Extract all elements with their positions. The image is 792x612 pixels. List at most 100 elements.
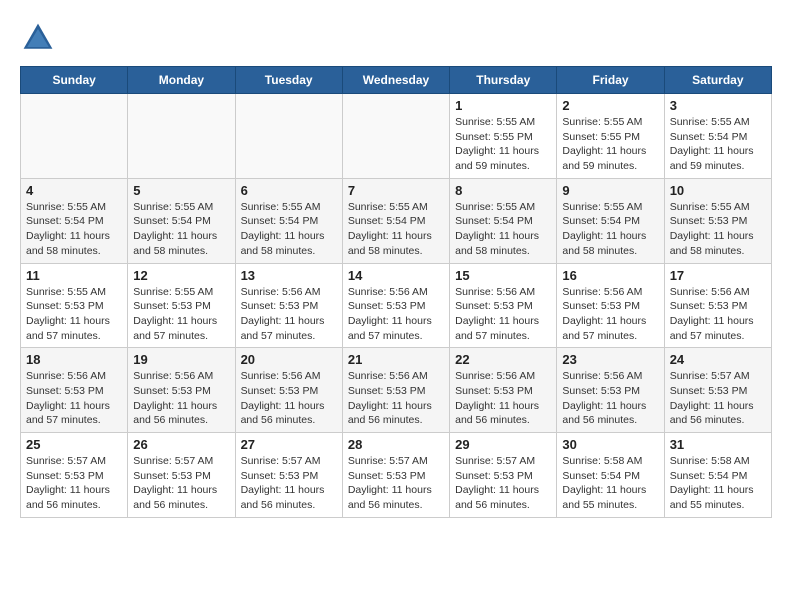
calendar-cell: 17 Sunrise: 5:56 AM Sunset: 5:53 PM Dayli… [664, 263, 771, 348]
calendar-cell [342, 94, 449, 179]
day-info: Sunrise: 5:57 AM Sunset: 5:53 PM Dayligh… [133, 454, 229, 513]
day-number: 9 [562, 183, 658, 198]
day-info: Sunrise: 5:58 AM Sunset: 5:54 PM Dayligh… [670, 454, 766, 513]
day-info: Sunrise: 5:55 AM Sunset: 5:55 PM Dayligh… [455, 115, 551, 174]
weekday-header-tuesday: Tuesday [235, 67, 342, 94]
calendar-cell: 19Sunrise: 5:56 AM Sunset: 5:53 PM Dayli… [128, 348, 235, 433]
day-info: Sunrise: 5:56 AM Sunset: 5:53 PM Dayligh… [241, 285, 337, 344]
calendar-table: SundayMondayTuesdayWednesdayThursdayFrid… [20, 66, 772, 518]
day-info: Sunrise: 5:55 AM Sunset: 5:54 PM Dayligh… [348, 200, 444, 259]
day-info: Sunrise: 5:58 AM Sunset: 5:54 PM Dayligh… [562, 454, 658, 513]
day-number: 7 [348, 183, 444, 198]
page-header [20, 20, 772, 56]
day-number: 28 [348, 437, 444, 452]
day-info: Sunrise: 5:57 AM Sunset: 5:53 PM Dayligh… [670, 369, 766, 428]
calendar-cell: 1Sunrise: 5:55 AM Sunset: 5:55 PM Daylig… [450, 94, 557, 179]
weekday-header-monday: Monday [128, 67, 235, 94]
calendar-cell [128, 94, 235, 179]
day-info: Sunrise: 5:56 AM Sunset: 5:53 PM Dayligh… [562, 285, 658, 344]
calendar-week-5: 25 Sunrise: 5:57 AM Sunset: 5:53 PM Dayli… [21, 433, 772, 518]
logo [20, 20, 60, 56]
day-info: Sunrise: 5:55 AM Sunset: 5:54 PM Dayligh… [455, 200, 551, 259]
day-number: 26 [133, 437, 229, 452]
calendar-cell: 21 Sunrise: 5:56 AM Sunset: 5:53 PM Dayli… [342, 348, 449, 433]
day-number: 3 [670, 98, 766, 113]
calendar-cell: 2 Sunrise: 5:55 AM Sunset: 5:55 PM Daylig… [557, 94, 664, 179]
weekday-header-sunday: Sunday [21, 67, 128, 94]
day-number: 16 [562, 268, 658, 283]
weekday-header-saturday: Saturday [664, 67, 771, 94]
day-info: Sunrise: 5:55 AM Sunset: 5:54 PM Dayligh… [241, 200, 337, 259]
calendar-cell [21, 94, 128, 179]
day-info: Sunrise: 5:55 AM Sunset: 5:54 PM Dayligh… [26, 200, 122, 259]
calendar-week-1: 1Sunrise: 5:55 AM Sunset: 5:55 PM Daylig… [21, 94, 772, 179]
calendar-cell [235, 94, 342, 179]
day-info: Sunrise: 5:56 AM Sunset: 5:53 PM Dayligh… [241, 369, 337, 428]
day-info: Sunrise: 5:56 AM Sunset: 5:53 PM Dayligh… [348, 285, 444, 344]
day-number: 23 [562, 352, 658, 367]
day-info: Sunrise: 5:56 AM Sunset: 5:53 PM Dayligh… [348, 369, 444, 428]
day-info: Sunrise: 5:55 AM Sunset: 5:53 PM Dayligh… [26, 285, 122, 344]
day-number: 19 [133, 352, 229, 367]
weekday-header-row: SundayMondayTuesdayWednesdayThursdayFrid… [21, 67, 772, 94]
day-number: 13 [241, 268, 337, 283]
day-info: Sunrise: 5:55 AM Sunset: 5:53 PM Dayligh… [133, 285, 229, 344]
day-number: 8 [455, 183, 551, 198]
day-number: 15 [455, 268, 551, 283]
calendar-cell: 8 Sunrise: 5:55 AM Sunset: 5:54 PM Daylig… [450, 178, 557, 263]
day-info: Sunrise: 5:56 AM Sunset: 5:53 PM Dayligh… [455, 285, 551, 344]
calendar-week-3: 11 Sunrise: 5:55 AM Sunset: 5:53 PM Dayli… [21, 263, 772, 348]
calendar-cell: 25Sunrise: 5:57 AM Sunset: 5:53 PM Dayli… [21, 433, 128, 518]
day-number: 30 [562, 437, 658, 452]
day-info: Sunrise: 5:57 AM Sunset: 5:53 PM Dayligh… [348, 454, 444, 513]
calendar-cell: 9 Sunrise: 5:55 AM Sunset: 5:54 PM Daylig… [557, 178, 664, 263]
calendar-week-2: 4 Sunrise: 5:55 AM Sunset: 5:54 PM Daylig… [21, 178, 772, 263]
calendar-cell: 23 Sunrise: 5:56 AM Sunset: 5:53 PM Dayli… [557, 348, 664, 433]
calendar-cell: 29 Sunrise: 5:57 AM Sunset: 5:53 PM Dayli… [450, 433, 557, 518]
calendar-cell: 14 Sunrise: 5:56 AM Sunset: 5:53 PM Dayli… [342, 263, 449, 348]
day-info: Sunrise: 5:56 AM Sunset: 5:53 PM Dayligh… [455, 369, 551, 428]
day-number: 10 [670, 183, 766, 198]
calendar-cell: 27 Sunrise: 5:57 AM Sunset: 5:53 PM Dayli… [235, 433, 342, 518]
day-number: 2 [562, 98, 658, 113]
day-number: 18 [26, 352, 122, 367]
day-info: Sunrise: 5:55 AM Sunset: 5:53 PM Dayligh… [670, 200, 766, 259]
calendar-cell: 15 Sunrise: 5:56 AM Sunset: 5:53 PM Dayli… [450, 263, 557, 348]
day-number: 27 [241, 437, 337, 452]
day-info: Sunrise: 5:57 AM Sunset: 5:53 PM Dayligh… [241, 454, 337, 513]
day-info: Sunrise: 5:56 AM Sunset: 5:53 PM Dayligh… [562, 369, 658, 428]
calendar-cell: 24 Sunrise: 5:57 AM Sunset: 5:53 PM Dayli… [664, 348, 771, 433]
calendar-cell: 5 Sunrise: 5:55 AM Sunset: 5:54 PM Daylig… [128, 178, 235, 263]
calendar-cell: 20 Sunrise: 5:56 AM Sunset: 5:53 PM Dayli… [235, 348, 342, 433]
day-info: Sunrise: 5:56 AM Sunset: 5:53 PM Dayligh… [26, 369, 122, 428]
logo-icon [20, 20, 56, 56]
calendar-cell: 16 Sunrise: 5:56 AM Sunset: 5:53 PM Dayli… [557, 263, 664, 348]
day-number: 24 [670, 352, 766, 367]
day-number: 11 [26, 268, 122, 283]
weekday-header-thursday: Thursday [450, 67, 557, 94]
calendar-cell: 18 Sunrise: 5:56 AM Sunset: 5:53 PM Dayli… [21, 348, 128, 433]
day-number: 17 [670, 268, 766, 283]
calendar-cell: 31Sunrise: 5:58 AM Sunset: 5:54 PM Dayli… [664, 433, 771, 518]
calendar-cell: 6Sunrise: 5:55 AM Sunset: 5:54 PM Daylig… [235, 178, 342, 263]
calendar-cell: 30 Sunrise: 5:58 AM Sunset: 5:54 PM Dayli… [557, 433, 664, 518]
day-info: Sunrise: 5:55 AM Sunset: 5:54 PM Dayligh… [133, 200, 229, 259]
day-number: 5 [133, 183, 229, 198]
weekday-header-wednesday: Wednesday [342, 67, 449, 94]
day-number: 4 [26, 183, 122, 198]
day-info: Sunrise: 5:57 AM Sunset: 5:53 PM Dayligh… [455, 454, 551, 513]
weekday-header-friday: Friday [557, 67, 664, 94]
day-number: 25 [26, 437, 122, 452]
day-info: Sunrise: 5:55 AM Sunset: 5:54 PM Dayligh… [670, 115, 766, 174]
day-number: 14 [348, 268, 444, 283]
calendar-cell: 13 Sunrise: 5:56 AM Sunset: 5:53 PM Dayli… [235, 263, 342, 348]
day-number: 20 [241, 352, 337, 367]
calendar-cell: 11 Sunrise: 5:55 AM Sunset: 5:53 PM Dayli… [21, 263, 128, 348]
day-info: Sunrise: 5:56 AM Sunset: 5:53 PM Dayligh… [670, 285, 766, 344]
day-number: 21 [348, 352, 444, 367]
day-info: Sunrise: 5:55 AM Sunset: 5:55 PM Dayligh… [562, 115, 658, 174]
calendar-cell: 22 Sunrise: 5:56 AM Sunset: 5:53 PM Dayli… [450, 348, 557, 433]
day-number: 22 [455, 352, 551, 367]
day-number: 29 [455, 437, 551, 452]
day-info: Sunrise: 5:55 AM Sunset: 5:54 PM Dayligh… [562, 200, 658, 259]
